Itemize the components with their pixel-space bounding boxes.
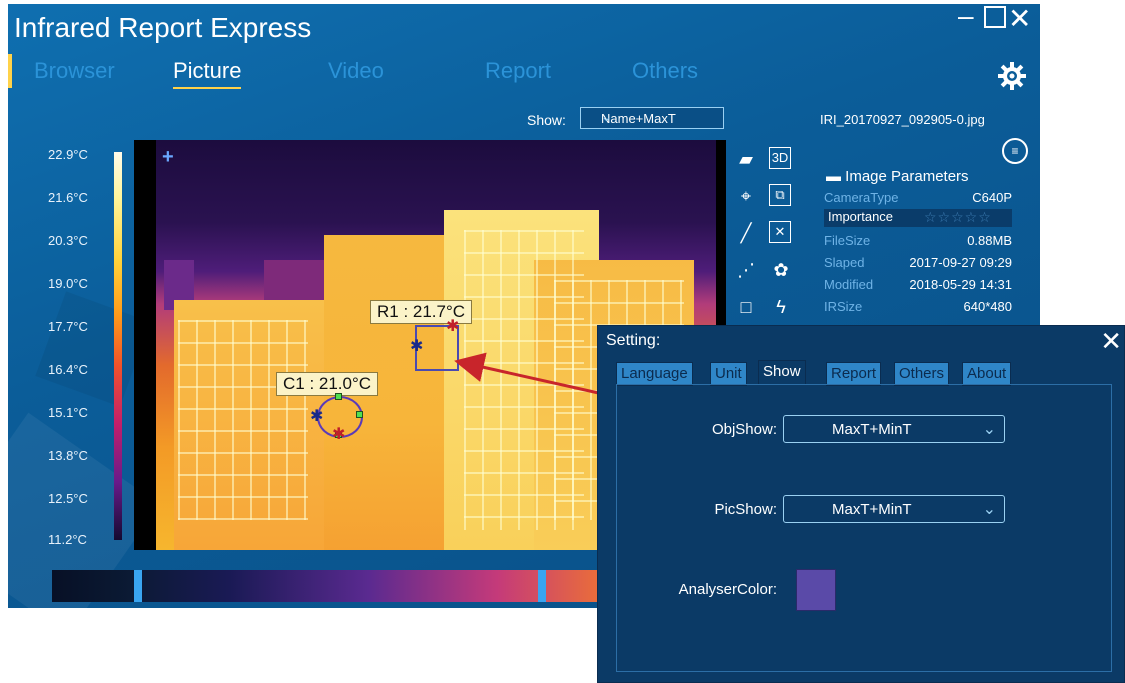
chevron-down-icon: ⌄ <box>982 501 996 518</box>
tab-language[interactable]: Language <box>616 362 693 386</box>
show-label: Show: <box>527 112 566 128</box>
param-key: FileSize <box>824 233 871 248</box>
max-temp-marker-icon: ✱ <box>332 426 346 443</box>
picshow-select[interactable]: MaxT+MinT ⌄ <box>783 495 1005 523</box>
tab-report[interactable]: Report <box>826 362 882 386</box>
max-temp-marker-icon: ✱ <box>446 318 460 335</box>
param-value: 0.88MB <box>967 233 1012 248</box>
dialog-title: Setting: <box>606 332 661 349</box>
param-value: 2018-05-29 14:31 <box>909 277 1012 292</box>
param-key: Slaped <box>824 255 865 270</box>
maximize-button[interactable] <box>984 6 1006 28</box>
line-tool-icon[interactable]: ╱ <box>734 221 758 245</box>
close-icon[interactable]: ✕ <box>1100 326 1122 357</box>
tab-video[interactable]: Video <box>328 58 384 84</box>
scale-label: 17.7°C <box>48 319 88 334</box>
scale-label: 12.5°C <box>48 491 88 506</box>
minimize-button[interactable]: – <box>958 4 974 32</box>
file-name: IRI_20170927_092905-0.jpg <box>820 112 985 127</box>
gear-icon[interactable] <box>996 60 1028 92</box>
3d-view-icon[interactable]: 3D <box>769 147 791 169</box>
image-parameters-title: Image Parameters <box>845 168 969 185</box>
crosshair-cursor-icon: + <box>162 146 174 168</box>
show-select[interactable]: Name+MaxT ⌄ <box>580 107 724 129</box>
scale-label: 21.6°C <box>48 190 88 205</box>
histogram-high-handle[interactable] <box>538 570 546 602</box>
objshow-label: ObjShow: <box>711 421 777 438</box>
picshow-label: PicShow: <box>714 501 777 518</box>
flash-icon[interactable]: ϟ <box>769 295 793 319</box>
delete-icon[interactable]: ✕ <box>769 221 791 243</box>
param-key: Importance <box>828 209 894 224</box>
analyser-color-swatch[interactable] <box>796 569 836 611</box>
tab-about[interactable]: About <box>962 362 1012 386</box>
scale-label: 15.1°C <box>48 405 88 420</box>
folder-icon[interactable]: ▰ <box>734 147 758 171</box>
tab-report[interactable]: Report <box>485 58 551 84</box>
tab-picture[interactable]: Picture <box>173 58 242 89</box>
tab-accent-bar <box>8 54 12 88</box>
tab-others[interactable]: Others <box>632 58 698 84</box>
roi-c1-label: C1 : 21.0°C <box>276 372 379 396</box>
settings-dialog: Setting: ✕ Language Unit Show Report Oth… <box>597 325 1125 683</box>
window-grid <box>178 320 308 520</box>
importance-stars[interactable]: ☆☆☆☆☆ <box>924 209 992 226</box>
info-icon[interactable]: ≡ <box>1002 138 1028 164</box>
resize-handle[interactable] <box>335 393 342 400</box>
app-title: Infrared Report Express <box>14 12 312 43</box>
scale-label: 20.3°C <box>48 233 88 248</box>
close-button[interactable]: ✕ <box>1008 4 1031 35</box>
param-value: 640*480 <box>963 299 1012 314</box>
param-value: C640P <box>972 190 1012 205</box>
param-value: 2017-09-27 09:29 <box>909 255 1012 270</box>
image-border <box>134 140 156 550</box>
tab-browser[interactable]: Browser <box>34 58 115 84</box>
polyline-tool-icon[interactable]: ⋰ <box>734 258 758 282</box>
image-parameters-header: ▬ Image Parameters <box>826 168 969 185</box>
analyser-color-label: AnalyserColor: <box>678 581 777 598</box>
param-key: Modified <box>824 277 874 292</box>
objshow-select[interactable]: MaxT+MinT ⌄ <box>783 415 1005 443</box>
min-temp-marker-icon: ✱ <box>410 338 424 355</box>
scale-label: 22.9°C <box>48 147 88 162</box>
scale-label: 16.4°C <box>48 362 88 377</box>
tab-unit[interactable]: Unit <box>710 362 747 386</box>
scale-label: 19.0°C <box>48 276 88 291</box>
tab-show[interactable]: Show <box>758 360 806 385</box>
scale-label: 13.8°C <box>48 448 88 463</box>
chevron-down-icon: ⌄ <box>601 109 612 124</box>
image-icon: ▬ <box>826 168 841 185</box>
show-settings-panel: ObjShow: MaxT+MinT ⌄ PicShow: MaxT+MinT … <box>616 384 1112 672</box>
resize-handle[interactable] <box>356 411 363 418</box>
crosshair-icon[interactable]: ⌖ <box>734 184 758 208</box>
param-row-importance: Importance ☆☆☆☆☆ <box>824 209 1012 227</box>
histogram-low-handle[interactable] <box>134 570 142 602</box>
scale-label: 11.2°C <box>48 532 87 547</box>
tab-others[interactable]: Others <box>894 362 950 386</box>
color-scale-bar <box>114 152 122 540</box>
rectangle-tool-icon[interactable]: □ <box>734 295 758 319</box>
chevron-down-icon: ⌄ <box>982 421 996 438</box>
picshow-value: MaxT+MinT <box>832 501 912 518</box>
param-key: IRSize <box>824 299 863 314</box>
param-key: CameraType <box>824 190 899 205</box>
palette-icon[interactable]: ✿ <box>769 258 793 282</box>
objshow-value: MaxT+MinT <box>832 421 912 438</box>
region-copy-icon[interactable]: ⧉ <box>769 184 791 206</box>
min-temp-marker-icon: ✱ <box>310 408 324 425</box>
